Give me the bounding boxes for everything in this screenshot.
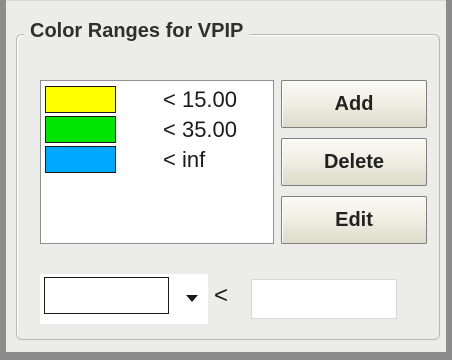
list-item-range-0[interactable]: < 15.00 bbox=[45, 85, 271, 114]
range-label-0: < 15.00 bbox=[163, 87, 238, 112]
range-label-1: < 35.00 bbox=[163, 117, 238, 142]
color-swatch-1 bbox=[45, 116, 116, 143]
color-swatch-2 bbox=[45, 146, 116, 173]
color-swatch-0 bbox=[45, 86, 116, 113]
color-picker-dropdown[interactable] bbox=[40, 274, 208, 324]
add-button[interactable]: Add bbox=[281, 80, 427, 128]
list-item-range-2[interactable]: < inf bbox=[45, 145, 271, 174]
threshold-input[interactable] bbox=[251, 279, 397, 319]
comparison-operator: < bbox=[214, 282, 229, 309]
delete-button[interactable]: Delete bbox=[281, 138, 427, 186]
range-label-2: < inf bbox=[163, 147, 206, 172]
groupbox-title: Color Ranges for VPIP bbox=[24, 19, 250, 43]
selected-color-swatch bbox=[44, 277, 169, 314]
panel-top-divider bbox=[6, 0, 446, 1]
chevron-down-icon[interactable] bbox=[186, 295, 198, 302]
list-item-range-1[interactable]: < 35.00 bbox=[45, 115, 271, 144]
edit-button[interactable]: Edit bbox=[281, 196, 427, 244]
color-ranges-list[interactable]: < 15.00 < 35.00 < inf bbox=[40, 80, 274, 244]
